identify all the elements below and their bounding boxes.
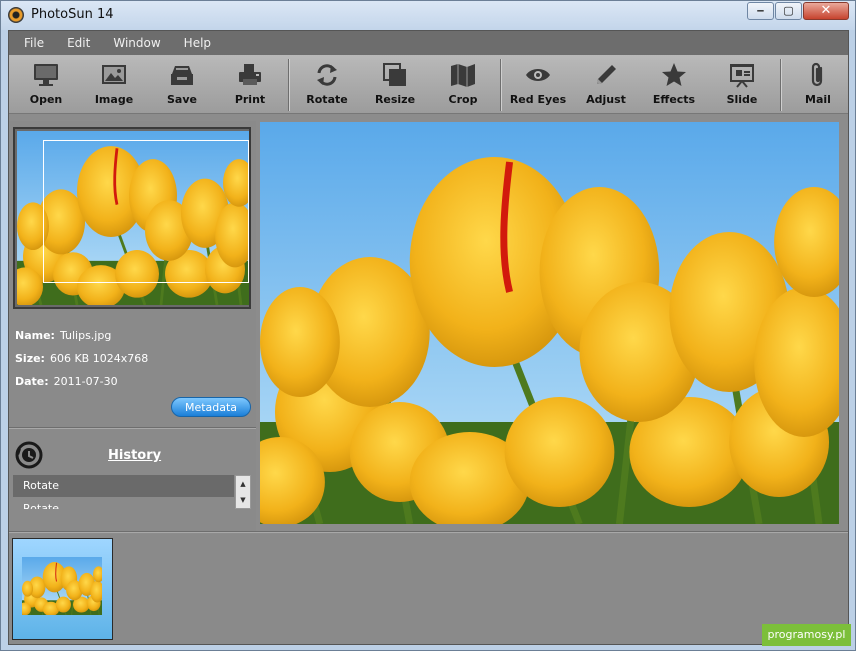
menu-file[interactable]: File [16, 36, 52, 50]
history-icon [15, 441, 43, 469]
metadata-button[interactable]: Metadata [171, 397, 251, 417]
crop-button[interactable]: Crop [429, 55, 497, 113]
save-button[interactable]: Save [148, 55, 216, 113]
slide-button[interactable]: Slide [708, 55, 776, 113]
crop-map-icon [451, 64, 475, 87]
maximize-button[interactable]: ▢ [775, 2, 802, 20]
mail-label: Mail [805, 93, 831, 106]
history-scrollbar[interactable]: ▲ ▼ [235, 475, 251, 509]
red-eyes-label: Red Eyes [509, 93, 567, 106]
rotate-label: Rotate [306, 93, 348, 106]
main-image-canvas[interactable] [260, 122, 839, 524]
menu-bar: File Edit Window Help [9, 31, 848, 55]
viewport-selection-rect[interactable] [43, 140, 249, 283]
toolbar: Open Image Save Print Rotate Resize Crop… [9, 55, 848, 114]
app-window: PhotoSun 14 ‒ ▢ ✕ File Edit Window Help … [0, 0, 856, 651]
window-title: PhotoSun 14 [31, 7, 114, 22]
slideshow-icon [730, 64, 754, 88]
rotate-button[interactable]: Rotate [293, 55, 361, 113]
effects-label: Effects [652, 93, 696, 106]
menu-window[interactable]: Window [105, 36, 168, 50]
scroll-down-icon[interactable]: ▼ [236, 492, 250, 508]
history-item[interactable]: Rotate [13, 498, 234, 509]
resize-button[interactable]: Resize [361, 55, 429, 113]
crop-label: Crop [448, 93, 478, 106]
print-button[interactable]: Print [216, 55, 284, 113]
file-date-row: Date: 2011-07-30 [15, 375, 118, 388]
red-eyes-button[interactable]: Red Eyes [504, 55, 572, 113]
save-label: Save [167, 93, 197, 106]
client-area: File Edit Window Help Open Image Save Pr… [8, 30, 849, 645]
file-size: 606 KB 1024x768 [49, 352, 149, 365]
mail-button[interactable]: Mail [784, 55, 852, 113]
size-label: Size: [15, 352, 45, 365]
name-label: Name: [15, 329, 55, 342]
navigator-thumbnail[interactable] [13, 127, 251, 309]
print-label: Print [234, 93, 266, 106]
history-title[interactable]: History [108, 448, 161, 463]
pencil-icon [597, 65, 616, 84]
close-button[interactable]: ✕ [803, 2, 849, 20]
filmstrip-image [22, 557, 102, 615]
rotate-icon [317, 64, 337, 86]
image-button[interactable]: Image [80, 55, 148, 113]
menu-help[interactable]: Help [176, 36, 219, 50]
date-label: Date: [15, 375, 49, 388]
paperclip-icon [811, 62, 823, 87]
tulips-photo [260, 122, 839, 524]
toolbar-separator [780, 59, 781, 111]
window-controls: ‒ ▢ ✕ [746, 2, 849, 20]
adjust-button[interactable]: Adjust [572, 55, 640, 113]
image-label: Image [94, 93, 134, 106]
history-list: Rotate Rotate ▲ ▼ [13, 475, 251, 509]
toolbar-separator [288, 59, 289, 111]
navigator-panel: Name: Tulips.jpg Size: 606 KB 1024x768 Dat… [9, 121, 256, 531]
close-icon: ✕ [820, 3, 832, 18]
title-bar[interactable]: PhotoSun 14 ‒ ▢ ✕ [1, 1, 855, 30]
image-icon [102, 65, 126, 84]
minimize-icon: ‒ [756, 4, 765, 17]
filmstrip [9, 534, 848, 644]
resize-icon [383, 63, 406, 86]
file-size-row: Size: 606 KB 1024x768 [15, 352, 148, 365]
app-logo-icon [8, 7, 24, 23]
panel-divider [9, 427, 256, 429]
file-name-row: Name: Tulips.jpg [15, 329, 111, 342]
star-icon [662, 63, 686, 86]
watermark-badge: programosy.pl [762, 624, 851, 646]
slide-label: Slide [726, 93, 758, 106]
maximize-icon: ▢ [783, 4, 794, 17]
file-date: 2011-07-30 [53, 375, 118, 388]
scroll-up-icon[interactable]: ▲ [236, 476, 250, 492]
open-button[interactable]: Open [12, 55, 80, 113]
save-tray-icon [171, 66, 193, 85]
menu-edit[interactable]: Edit [59, 36, 98, 50]
open-label: Open [29, 93, 63, 106]
resize-label: Resize [374, 93, 416, 106]
eye-icon [526, 69, 550, 81]
monitor-icon [34, 64, 58, 86]
printer-icon [239, 64, 261, 85]
adjust-label: Adjust [586, 93, 626, 106]
file-name: Tulips.jpg [59, 329, 112, 342]
filmstrip-thumbnail[interactable] [12, 538, 113, 640]
filmstrip-divider [9, 531, 848, 533]
minimize-button[interactable]: ‒ [747, 2, 774, 20]
effects-button[interactable]: Effects [640, 55, 708, 113]
history-item[interactable]: Rotate [13, 475, 234, 497]
toolbar-separator [500, 59, 501, 111]
